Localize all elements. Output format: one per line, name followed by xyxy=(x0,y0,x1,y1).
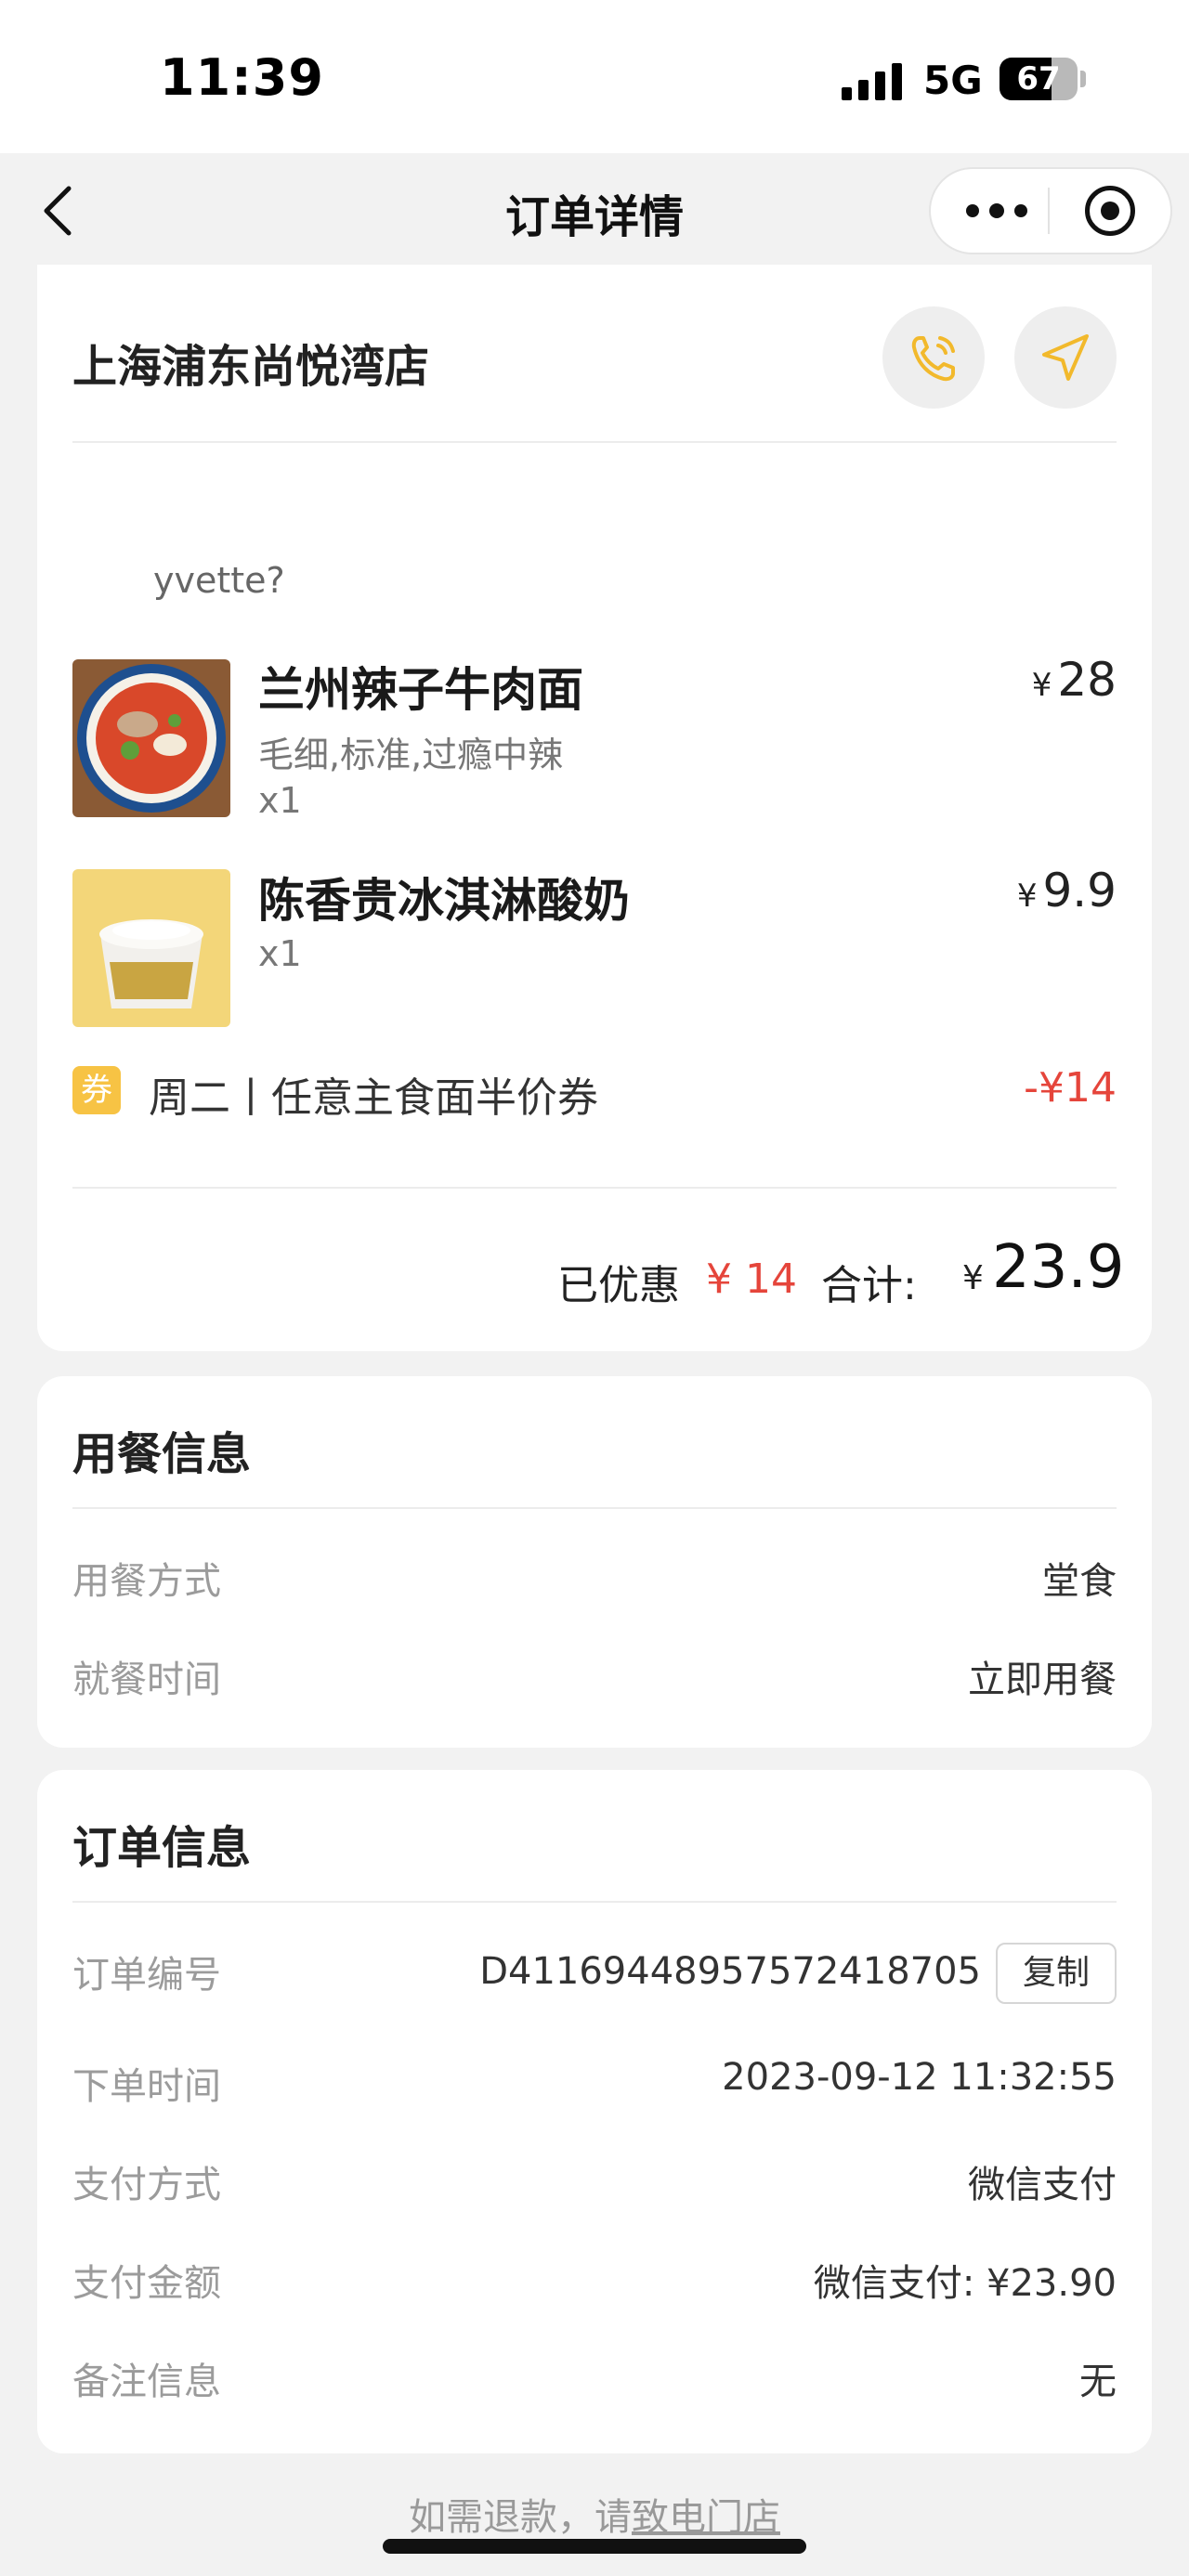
total-amount: 23.9 xyxy=(992,1233,1125,1302)
item-name: 兰州辣子牛肉面 xyxy=(258,663,583,717)
signal-icon xyxy=(842,59,907,100)
more-dots-icon[interactable] xyxy=(966,200,1027,222)
saved-amount: ¥ 14 xyxy=(706,1255,797,1303)
remark-label: 备注信息 xyxy=(72,2361,221,2403)
payment-method-value: 微信支付 xyxy=(968,2164,1117,2206)
saved-label: 已优惠 xyxy=(557,1262,680,1309)
store-name[interactable]: 上海浦东尚悦湾店 xyxy=(72,330,429,395)
item-qty: x1 xyxy=(258,933,302,974)
target-icon[interactable] xyxy=(1085,186,1135,236)
divider xyxy=(72,441,1117,443)
battery-icon: 67 xyxy=(1000,58,1078,100)
order-number-value: D41169448957572418705 xyxy=(479,1950,981,1993)
battery-tip xyxy=(1080,71,1086,87)
refund-note-text: 如需退款，请 xyxy=(409,2496,632,2539)
dining-time-value: 立即用餐 xyxy=(968,1659,1117,1701)
order-time-value: 2023-09-12 11:32:55 xyxy=(722,2056,1117,2099)
order-info-title: 订单信息 xyxy=(72,1822,252,1874)
coupon-name: 周二丨任意主食面半价券 xyxy=(149,1074,598,1122)
coupon-tag: 券 xyxy=(72,1066,121,1114)
item-price-value: 9.9 xyxy=(1042,864,1117,917)
item-spec: 毛细,标准,过瘾中辣 xyxy=(258,735,564,775)
phone-icon xyxy=(911,336,955,382)
coupon-amount: -¥14 xyxy=(1024,1064,1117,1112)
home-indicator[interactable] xyxy=(383,2539,806,2554)
item-price: ¥28 xyxy=(929,653,1117,707)
item-image-noodle xyxy=(72,659,230,817)
payment-method-label: 支付方式 xyxy=(72,2164,221,2206)
item-image-yogurt xyxy=(72,869,230,1027)
dining-mode-label: 用餐方式 xyxy=(72,1560,221,1603)
refund-note: 如需退款，请致电门店 xyxy=(0,2487,1189,2541)
divider xyxy=(72,1187,1117,1189)
dining-mode-value: 堂食 xyxy=(1042,1560,1117,1603)
network-label: 5G xyxy=(923,58,983,103)
currency-symbol: ¥ xyxy=(1031,667,1052,704)
navigation-arrow-icon xyxy=(1042,334,1089,381)
item-qty: x1 xyxy=(258,780,302,821)
customer-nickname: yvette? xyxy=(153,560,285,601)
order-number-label: 订单编号 xyxy=(72,1954,221,1997)
payment-amount-value: 微信支付: ¥23.90 xyxy=(813,2262,1117,2305)
navigate-store-button[interactable] xyxy=(1014,306,1117,409)
call-store-button[interactable] xyxy=(882,306,985,409)
item-price: ¥9.9 xyxy=(929,864,1117,917)
item-price-value: 28 xyxy=(1057,653,1117,707)
total-currency: ¥ xyxy=(962,1259,984,1297)
item-name: 陈香贵冰淇淋酸奶 xyxy=(258,874,630,928)
payment-amount-label: 支付金额 xyxy=(72,2262,221,2305)
capsule-divider xyxy=(1048,188,1050,234)
dining-time-label: 就餐时间 xyxy=(72,1659,221,1701)
dining-info-title: 用餐信息 xyxy=(72,1428,252,1480)
copy-button[interactable]: 复制 xyxy=(996,1943,1117,2004)
battery-level: 67 xyxy=(1016,60,1061,98)
divider xyxy=(72,1901,1117,1903)
status-time: 11:39 xyxy=(160,48,324,107)
divider xyxy=(72,1507,1117,1509)
remark-value: 无 xyxy=(1079,2361,1117,2403)
order-time-label: 下单时间 xyxy=(72,2065,221,2108)
call-store-link[interactable]: 致电门店 xyxy=(632,2496,780,2539)
total-label: 合计: xyxy=(821,1262,917,1309)
currency-symbol: ¥ xyxy=(1016,878,1038,915)
